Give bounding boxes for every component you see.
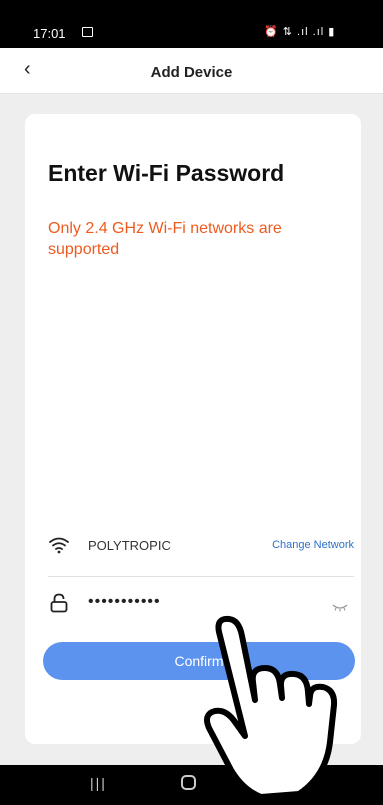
network-row: POLYTROPIC Change Network <box>48 532 354 562</box>
recents-icon[interactable]: ||| <box>90 775 107 791</box>
page-title: Add Device <box>150 64 233 81</box>
nav-bar: ‹ Add Device <box>0 48 383 94</box>
frequency-warning: Only 2.4 GHz Wi-Fi networks are supporte… <box>48 220 282 258</box>
hand-pointer-icon <box>203 610 353 805</box>
network-ssid: POLYTROPIC <box>88 538 171 553</box>
status-time: 17:01 <box>33 26 66 41</box>
home-icon[interactable] <box>181 775 196 790</box>
password-field[interactable] <box>88 593 308 611</box>
change-network-link[interactable]: Change Network <box>272 539 354 551</box>
system-status-icons: ⏰ ⇅ .ıl .ıl ▮ <box>264 26 336 38</box>
status-bar: 17:01 ⏰ ⇅ .ıl .ıl ▮ <box>0 0 383 48</box>
wifi-icon <box>48 536 70 559</box>
form-title: Enter Wi-Fi Password <box>48 160 285 186</box>
lock-icon <box>50 593 68 618</box>
image-icon <box>82 27 93 37</box>
divider <box>48 576 354 577</box>
